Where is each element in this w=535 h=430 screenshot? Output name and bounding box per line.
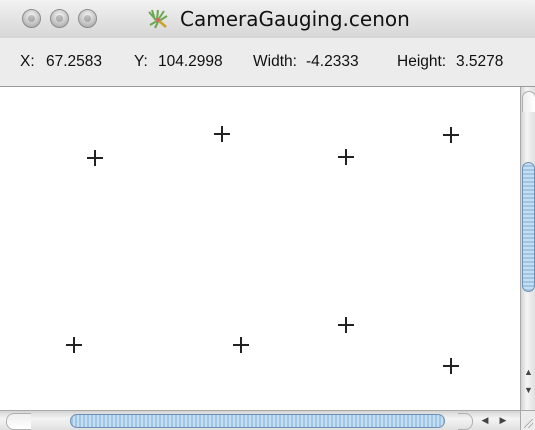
x-value: 67.2583 <box>46 53 103 70</box>
vertical-scrollbar[interactable]: ▲ ▼ <box>520 87 535 410</box>
zoom-button[interactable] <box>78 9 97 28</box>
coordinate-info-bar: X: 67.2583 Y: 104.2998 Width: -4.2333 He… <box>0 38 535 87</box>
horizontal-scrollbar[interactable]: ◀ ▶ <box>0 410 520 430</box>
scroll-left-arrow-icon[interactable]: ◀ <box>478 413 492 428</box>
width-value: -4.2333 <box>306 53 359 70</box>
window-title-group: CameraGauging.cenon <box>146 7 410 31</box>
document-window: CameraGauging.cenon X: 67.2583 Y: 104.29… <box>0 0 535 430</box>
height-value: 3.5278 <box>456 53 504 70</box>
scroll-up-arrow-icon[interactable]: ▲ <box>522 365 535 379</box>
y-label: Y: <box>134 53 148 70</box>
crosshair-marker-icon[interactable] <box>233 337 249 353</box>
scroll-right-arrow-icon[interactable]: ▶ <box>496 413 510 428</box>
scroll-down-arrow-icon[interactable]: ▼ <box>522 383 535 397</box>
horizontal-scroll-thumb[interactable] <box>70 414 445 428</box>
window-title: CameraGauging.cenon <box>180 7 410 31</box>
close-button[interactable] <box>22 9 41 28</box>
vertical-scroll-track-cap <box>522 91 535 112</box>
crosshair-marker-icon[interactable] <box>87 150 103 166</box>
title-bar[interactable]: CameraGauging.cenon <box>0 0 535 39</box>
horizontal-scroll-track-cap <box>6 413 31 430</box>
height-label: Height: <box>397 53 447 70</box>
crosshair-marker-icon[interactable] <box>338 149 354 165</box>
drawing-canvas[interactable] <box>0 87 520 410</box>
x-label: X: <box>20 53 35 70</box>
width-label: Width: <box>253 53 297 70</box>
minimize-button[interactable] <box>50 9 69 28</box>
horizontal-scroll-track-end <box>458 413 473 430</box>
crosshair-marker-icon[interactable] <box>338 317 354 333</box>
crosshair-marker-icon[interactable] <box>443 127 459 143</box>
vertical-scroll-thumb[interactable] <box>522 162 535 292</box>
crosshair-marker-icon[interactable] <box>214 126 230 142</box>
crosshair-marker-icon[interactable] <box>66 337 82 353</box>
y-value: 104.2998 <box>158 53 223 70</box>
document-icon <box>148 9 168 29</box>
crosshair-marker-icon[interactable] <box>443 358 459 374</box>
resize-grip-icon[interactable] <box>520 410 535 430</box>
